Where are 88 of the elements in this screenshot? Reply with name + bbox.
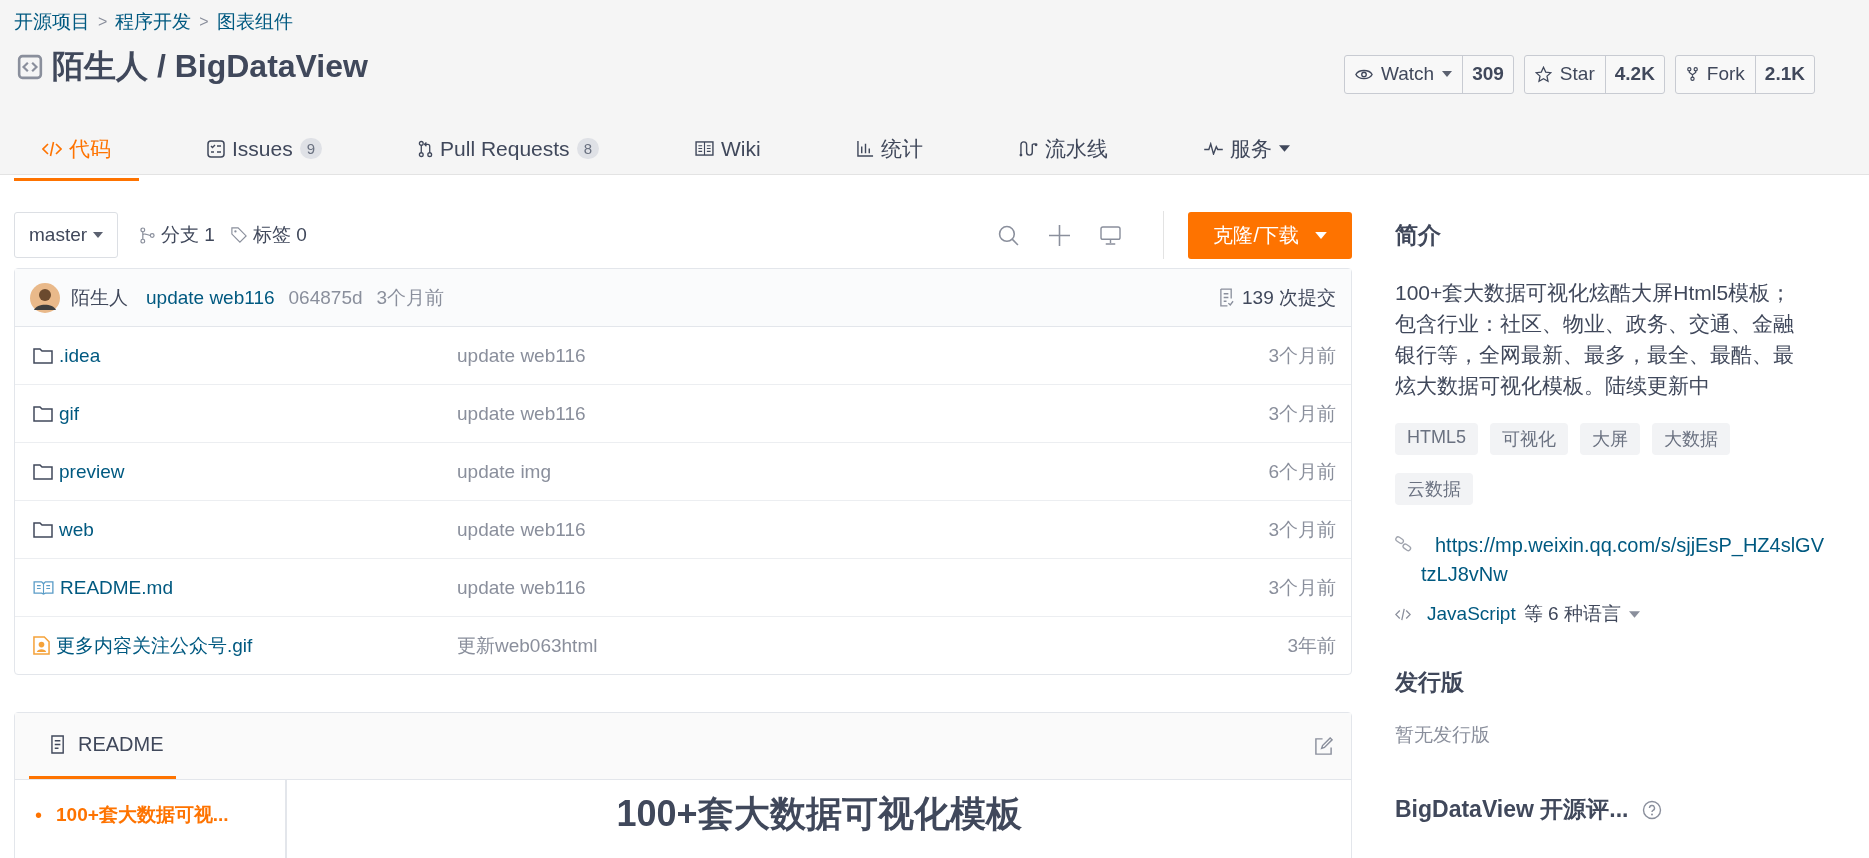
topic-tag[interactable]: 可视化 [1490,423,1568,455]
pipeline-icon [1018,140,1038,157]
fork-count[interactable]: 2.1K [1755,55,1814,93]
file-name-link[interactable]: preview [59,460,125,483]
section-title: 简介 [1395,221,1442,250]
document-icon [51,735,66,754]
breadcrumb-separator: > [199,13,209,31]
pulse-icon [1203,142,1223,155]
folder-icon [33,405,53,422]
help-icon[interactable] [1642,799,1663,820]
homepage-link[interactable]: https://mp.weixin.qq.com/s/sjjEsP_HZ4slGVtzLJ8vNw [1395,531,1825,589]
code-repo-icon [17,54,43,80]
commit-time: 3年前 [1287,633,1336,658]
file-name-link[interactable]: web [59,518,94,541]
commit-time: 3个月前 [376,285,445,310]
language-link[interactable]: JavaScript [1427,603,1516,625]
commit-hash: 064875d [288,286,363,309]
book-icon [694,141,714,156]
repo-tab[interactable]: 统计 [826,119,953,181]
watch-count[interactable]: 309 [1463,55,1513,93]
fork-icon [1685,66,1699,82]
count-badge: 8 [576,138,599,159]
commit-time: 3个月前 [1268,401,1336,426]
image-file-icon [33,636,50,655]
file-name-link[interactable]: gif [59,402,80,425]
repo-tab[interactable]: Wiki [664,119,791,181]
star-button[interactable]: Star [1524,55,1606,93]
readme-heading: 100+套大数据可视化模板 [616,792,1022,836]
star-count[interactable]: 4.2K [1605,55,1664,93]
book-icon [33,580,54,595]
branch-icon [140,226,156,244]
language-count: 等 6 种语言 [1523,602,1621,626]
commit-message-link[interactable]: update web116 [146,286,275,309]
branch-dropdown[interactable]: master [14,212,119,258]
folder-icon [33,463,53,480]
avatar-icon [30,282,60,313]
eye-icon [1355,67,1373,81]
bullet: • [35,803,42,827]
commit-time: 3个月前 [1268,575,1336,600]
topic-tag[interactable]: HTML5 [1395,423,1478,455]
code-icon [1395,607,1411,621]
plus-icon[interactable] [1049,224,1071,246]
link-icon [1395,535,1413,553]
commit-time: 3个月前 [1268,343,1336,368]
document-icon [1219,288,1234,307]
commit-time: 3个月前 [1268,517,1336,542]
search-icon[interactable] [998,224,1020,246]
star-icon [1534,65,1552,83]
empty-releases-text: 暂无发行版 [1395,723,1491,747]
topic-tag[interactable]: 大数据 [1652,423,1730,455]
breadcrumb-link[interactable]: 开源项目 [14,9,90,35]
readme-tab[interactable]: README [29,713,176,779]
commit-time: 6个月前 [1268,459,1336,484]
breadcrumb-link[interactable]: 图表组件 [216,9,293,35]
breadcrumb-link[interactable]: 程序开发 [115,9,192,35]
breadcrumb-separator: > [98,13,108,31]
caret-icon[interactable] [1628,610,1640,618]
commit-count-link[interactable]: 139 次提交 [1219,284,1336,311]
repo-title: 陌生人 / BigDataView [52,47,368,86]
count-badge: 9 [299,138,323,159]
caret-icon [1315,231,1327,239]
folder-icon [33,521,53,538]
caret-icon [93,232,104,238]
repo-tab[interactable]: 流水线 [988,119,1138,181]
repo-tab[interactable]: Pull Requests 8 [388,119,629,181]
checklist-icon [207,139,225,158]
topic-tag[interactable]: 云数据 [1395,473,1473,505]
repo-tab[interactable]: Issues 9 [177,119,353,181]
tag-icon [230,227,247,243]
file-name-link[interactable]: .idea [59,344,101,367]
repo-description: 100+套大数据可视化炫酷大屏Html5模板；包含行业：社区、物业、政务、交通、金融银行等，全网最新、最多，最全、最酷、最炫大数据可视化模板。陆续更新中 [1395,280,1795,399]
file-name-link[interactable]: 更多内容关注公众号.gif [56,632,253,659]
folder-icon [33,347,53,364]
monitor-icon[interactable] [1100,225,1122,245]
code-icon [42,140,62,157]
commit-author: 陌生人 [71,285,128,310]
branches-link[interactable]: 分支 1 [140,222,215,248]
pull-request-icon [418,139,434,158]
tags-link[interactable]: 标签 0 [230,222,307,248]
section-title: 发行版 [1395,668,1465,697]
section-title: BigDataView 开源评... [1395,795,1629,824]
fork-button[interactable]: Fork [1675,55,1756,93]
edit-icon[interactable] [1314,736,1333,756]
bar-chart-icon [856,140,874,157]
watch-button[interactable]: Watch [1345,55,1464,93]
repo-tab[interactable]: 服务 [1173,119,1320,181]
file-name-link[interactable]: README.md [60,576,173,599]
topic-tag[interactable]: 大屏 [1580,423,1640,455]
